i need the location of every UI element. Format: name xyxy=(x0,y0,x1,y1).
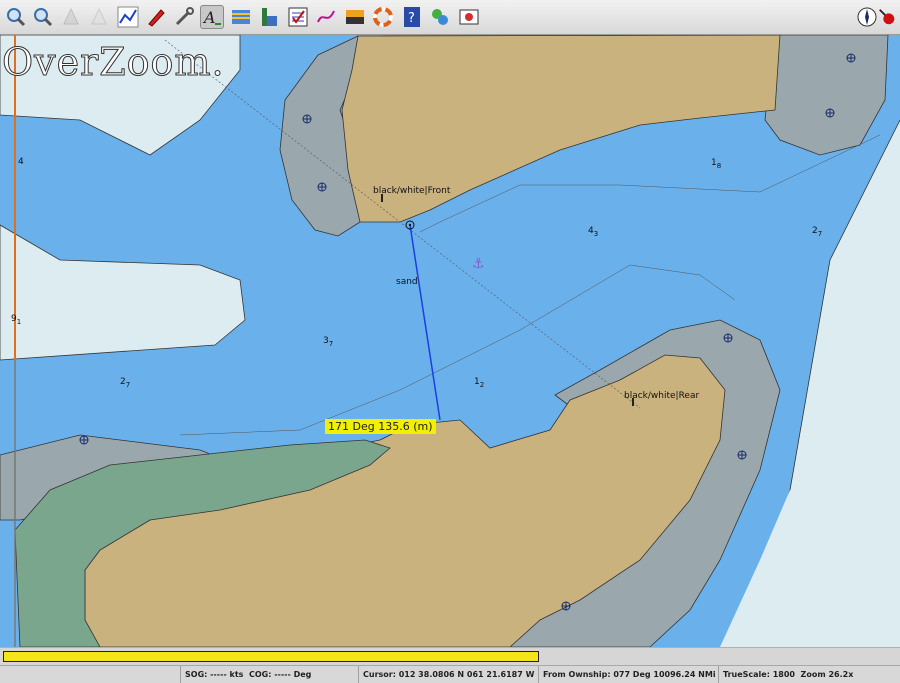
mob-button[interactable] xyxy=(371,5,395,29)
anchorage-icon: ⚓ xyxy=(472,256,485,272)
svg-text:?: ? xyxy=(408,11,415,26)
svg-text:A: A xyxy=(202,8,216,27)
scale-in-icon xyxy=(63,7,79,25)
screenshot-icon xyxy=(459,9,479,25)
scale-readout: TrueScale: 1800 Zoom 26.2x xyxy=(718,666,900,683)
chart-bar-fill[interactable] xyxy=(3,651,539,662)
help-icon: ? xyxy=(404,7,420,27)
route-icon xyxy=(117,6,139,28)
current-button[interactable] xyxy=(229,5,253,29)
status-sog-cog: SOG: ----- kts COG: ----- Deg xyxy=(180,666,358,683)
track-icon xyxy=(317,10,335,23)
route-manager-button[interactable] xyxy=(286,5,310,29)
scale-in-button[interactable] xyxy=(59,5,83,29)
sog-readout: SOG: ----- kts xyxy=(185,670,244,679)
text-icon: A xyxy=(202,8,221,27)
north-up-button[interactable] xyxy=(855,5,879,29)
ownship-readout: From Ownship: 077 Deg 10096.24 NMi xyxy=(538,666,718,683)
scale-out-icon xyxy=(91,7,107,25)
tide-icon xyxy=(262,8,277,26)
current-icon xyxy=(232,10,250,24)
text-button[interactable]: A xyxy=(200,5,224,29)
aton-button[interactable] xyxy=(428,5,452,29)
color-scheme-icon xyxy=(346,10,364,24)
rear-beacon-label: black/white|Rear xyxy=(624,391,699,401)
main-toolbar: A ? xyxy=(0,0,900,35)
zoom-readout: Zoom 26.2x xyxy=(800,670,854,679)
record-button[interactable] xyxy=(877,5,897,29)
status-bar: SOG: ----- kts COG: ----- Deg Cursor: 01… xyxy=(0,665,900,683)
track-button[interactable] xyxy=(314,5,338,29)
tide-button[interactable] xyxy=(257,5,281,29)
route-button[interactable] xyxy=(116,5,140,29)
status-blank xyxy=(0,666,180,683)
overzoom-indicator: OverZoom. xyxy=(2,40,225,84)
route-manager-icon xyxy=(288,7,308,27)
aton-icon xyxy=(432,9,448,25)
help-button[interactable]: ? xyxy=(400,5,424,29)
magnifier-plus-icon xyxy=(7,8,26,27)
chart-canvas[interactable]: ⚓ black/white|Front black/white|Rear san… xyxy=(0,35,900,647)
lifebuoy-icon xyxy=(373,7,393,27)
follow-ship-button[interactable] xyxy=(144,5,168,29)
record-icon xyxy=(879,9,895,25)
compass-icon xyxy=(857,7,877,27)
zoom-out-button[interactable] xyxy=(31,5,55,29)
sounding: 4 xyxy=(18,157,24,167)
chart-bar xyxy=(0,647,900,665)
scale-out-button[interactable] xyxy=(87,5,111,29)
cog-readout: COG: ----- Deg xyxy=(248,670,312,679)
ship-icon xyxy=(148,9,165,27)
chart-application: A ? ⚓ black/white|Front black/white|Rear… xyxy=(0,0,900,683)
zoom-in-button[interactable] xyxy=(4,5,28,29)
front-beacon-label: black/white|Front xyxy=(373,186,451,196)
truescale-readout: TrueScale: 1800 xyxy=(723,670,795,679)
wrench-icon xyxy=(175,7,194,26)
chart-svg: ⚓ black/white|Front black/white|Rear san… xyxy=(0,35,900,647)
screenshot-button[interactable] xyxy=(457,5,481,29)
color-scheme-button[interactable] xyxy=(343,5,367,29)
cursor-readout: Cursor: 012 38.0806 N 061 21.6187 W xyxy=(358,666,538,683)
settings-button[interactable] xyxy=(172,5,196,29)
measure-readout: 171 Deg 135.6 (m) xyxy=(325,419,436,434)
magnifier-minus-icon xyxy=(34,8,53,27)
seabed-label: sand xyxy=(396,277,418,287)
